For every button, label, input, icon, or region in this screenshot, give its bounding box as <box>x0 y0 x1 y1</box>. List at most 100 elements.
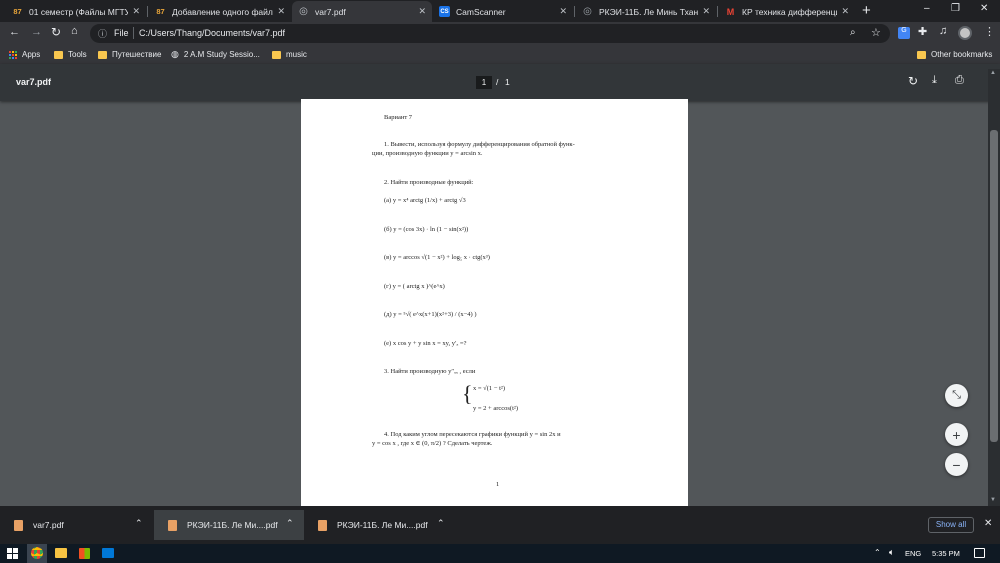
download-filename: РКЭИ-11Б. Ле Ми....pdf <box>187 520 278 530</box>
tab-title: РКЭИ-11Б. Ле Минь Тханг. <box>599 6 699 17</box>
close-icon[interactable]: ✕ <box>984 518 992 529</box>
problem-2-item-f: (е) x cos y + y sin x = xy, y′ₓ =? <box>384 340 467 347</box>
bookmark-label: Путешествие <box>112 50 162 59</box>
close-icon[interactable]: ✕ <box>418 6 426 17</box>
download-item[interactable]: РКЭИ-11Б. Ле Ми....pdf ⌃ <box>304 510 456 540</box>
scroll-up-icon[interactable]: ▲ <box>990 70 996 76</box>
download-icon[interactable]: ⤓ <box>932 74 937 87</box>
omnibox[interactable]: ⓘ File C:/Users/Thang/Documents/var7.pdf… <box>90 24 890 43</box>
camscanner-icon: CS <box>439 6 450 17</box>
maximize-button[interactable]: ❐ <box>951 3 960 14</box>
windows-start-icon[interactable] <box>7 548 18 559</box>
volume-icon[interactable]: 🔈︎ <box>889 547 894 558</box>
problem-2-item-d: (г) y = ( arctg x )^(e^x) <box>384 283 445 290</box>
bookmark-travel[interactable]: Путешествие <box>98 48 161 61</box>
minimize-button[interactable]: – <box>924 3 930 14</box>
globe-icon: ◎ <box>299 6 308 17</box>
clock[interactable]: 5:35 PM <box>932 549 960 558</box>
forward-icon[interactable]: → <box>31 26 42 38</box>
tab-2[interactable]: 87 Добавление одного файла ✕ <box>149 1 291 22</box>
tab-5[interactable]: ◎ РКЭИ-11Б. Ле Минь Тханг. ✕ <box>576 1 716 22</box>
zoom-out-button[interactable]: − <box>945 453 968 476</box>
bookmark-music[interactable]: music <box>272 48 307 61</box>
bookmark-label: Apps <box>22 50 41 59</box>
problem-2-item-b: (б) y = (cos 3x) · ln (1 − sin(x²)) <box>384 226 469 233</box>
download-item[interactable]: РКЭИ-11Б. Ле Ми....pdf ⌃ <box>154 510 304 540</box>
translate-extension-icon[interactable]: G <box>898 27 910 39</box>
store-icon[interactable] <box>79 548 90 559</box>
tab-title: Добавление одного файла <box>172 6 274 17</box>
apps-grid-icon <box>9 50 17 59</box>
problem-3-equation-x: x = √(1 − t²) <box>473 385 505 392</box>
file-icon <box>168 519 177 531</box>
globe-icon: ◎ <box>583 6 592 17</box>
chrome-icon[interactable] <box>31 547 43 559</box>
tab-camscanner[interactable]: CS CamScanner ✕ <box>433 1 573 22</box>
problem-1-line-2: ции, производную функции y = arcsin x. <box>372 150 483 157</box>
app-window-icon[interactable] <box>102 548 114 558</box>
close-icon[interactable]: ✕ <box>559 6 567 17</box>
download-bar: var7.pdf ⌃ РКЭИ-11Б. Ле Ми....pdf ⌃ РКЭИ… <box>0 506 1000 544</box>
url-text: C:/Users/Thang/Documents/var7.pdf <box>139 28 286 38</box>
tab-strip: 87 01 семестр (Файлы МГТУ им ✕ 87 Добавл… <box>0 0 1000 22</box>
tab-title: CamScanner <box>456 6 506 17</box>
file-explorer-icon[interactable] <box>55 548 67 558</box>
close-icon[interactable]: ✕ <box>702 6 710 17</box>
new-tab-button[interactable]: + <box>862 2 871 19</box>
back-icon[interactable]: ← <box>9 26 20 38</box>
chevron-up-icon[interactable]: ⌃ <box>437 518 445 529</box>
tab-1[interactable]: 87 01 семестр (Файлы МГТУ им ✕ <box>6 1 146 22</box>
folder-icon <box>917 50 926 59</box>
download-item[interactable]: var7.pdf ⌃ <box>0 510 152 540</box>
page-number-input[interactable]: 1 <box>476 76 492 89</box>
star-icon[interactable]: ☆ <box>871 26 881 39</box>
print-icon[interactable]: ⎙ <box>955 74 964 87</box>
zoom-search-icon[interactable]: ⌕ <box>850 27 856 38</box>
close-icon[interactable]: ✕ <box>841 6 849 17</box>
scroll-down-icon[interactable]: ▼ <box>990 497 996 503</box>
problem-3-title: 3. Найти производную y″ₓₓ , если <box>384 368 476 375</box>
url-scheme: File <box>114 28 129 38</box>
page-separator: / <box>496 77 499 87</box>
bookmark-apps[interactable]: Apps <box>9 48 40 61</box>
bookmark-label: music <box>286 50 307 59</box>
close-icon[interactable]: ✕ <box>132 6 140 17</box>
home-icon[interactable]: ⌂ <box>71 25 78 37</box>
bookmark-tools[interactable]: Tools <box>54 48 87 61</box>
language-indicator[interactable]: ENG <box>905 549 921 558</box>
pdf-page: Вариант 7 1. Вывести, используя формулу … <box>301 99 688 506</box>
chevron-up-icon[interactable]: ⌃ <box>874 548 881 557</box>
chevron-up-icon[interactable]: ⌃ <box>286 518 294 529</box>
other-bookmarks[interactable]: Other bookmarks <box>917 48 992 61</box>
media-control-icon[interactable]: ♫ <box>939 25 947 37</box>
close-window-button[interactable]: ✕ <box>980 3 988 14</box>
tab-title: 01 семестр (Файлы МГТУ им <box>29 6 129 17</box>
reload-icon[interactable]: ↻ <box>51 25 61 39</box>
problem-4-line-2: y = cos x , где x ∈ (0, π/2) ? Сделать ч… <box>372 440 493 447</box>
extensions-icon[interactable]: ✚ <box>918 25 927 38</box>
page-number: 1 <box>496 481 500 488</box>
bookmarks-bar: Apps Tools Путешествие ◍ 2 A.M Study Ses… <box>0 45 1000 64</box>
problem-4-line-1: 4. Под каким углом пересекаются графики … <box>384 431 561 438</box>
notifications-icon[interactable] <box>974 548 985 558</box>
browser-toolbar: ← → ↻ ⌂ ⓘ File C:/Users/Thang/Documents/… <box>0 22 1000 45</box>
fit-to-page-button[interactable]: ⤡ <box>945 384 968 407</box>
tab-var7-pdf[interactable]: ◎ var7.pdf ✕ <box>292 1 432 22</box>
scrollbar-thumb[interactable] <box>990 130 998 442</box>
tab-6[interactable]: M КР техника дифференциро ✕ <box>719 1 855 22</box>
file-icon <box>318 519 327 531</box>
menu-kebab-icon[interactable]: ⋮ <box>984 25 995 38</box>
info-icon[interactable]: ⓘ <box>98 27 107 40</box>
avatar[interactable] <box>958 26 972 40</box>
page-total: 1 <box>505 77 510 87</box>
tab-title: var7.pdf <box>315 6 346 17</box>
bookmark-study-session[interactable]: ◍ 2 A.M Study Sessio... <box>171 48 260 61</box>
show-all-button[interactable]: Show all <box>928 517 974 533</box>
bookmark-label: 2 A.M Study Sessio... <box>183 50 260 59</box>
chevron-up-icon[interactable]: ⌃ <box>135 518 143 529</box>
problem-2-item-a: (а) y = x⁴ arctg (1/x) + arctg √3 <box>384 197 466 204</box>
close-icon[interactable]: ✕ <box>277 6 285 17</box>
rotate-icon[interactable]: ↻ <box>908 74 918 88</box>
zoom-in-button[interactable]: + <box>945 423 968 446</box>
download-filename: var7.pdf <box>33 520 64 530</box>
